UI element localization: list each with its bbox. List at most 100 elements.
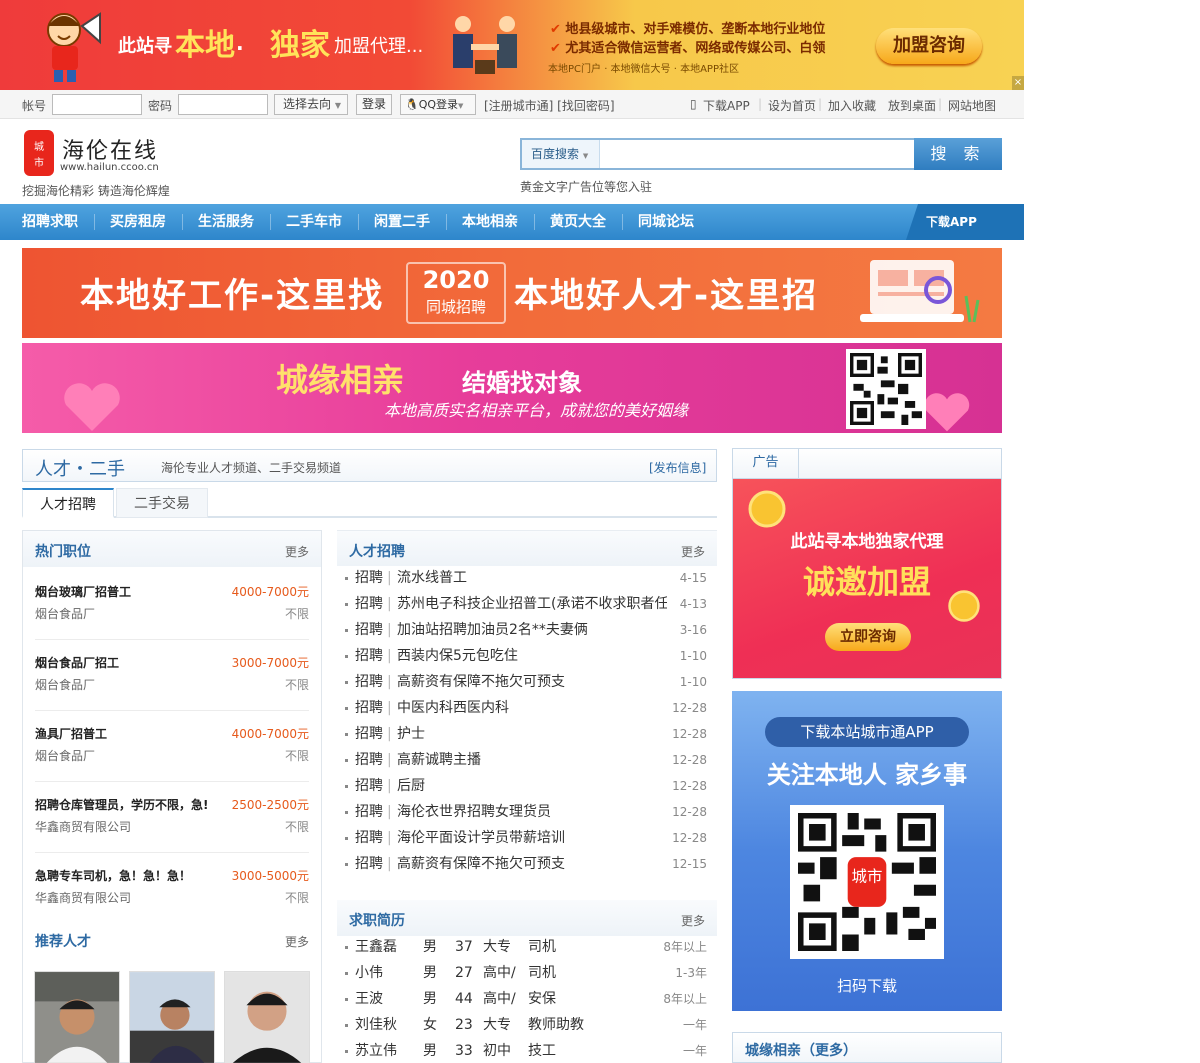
job-card[interactable]: 烟台玻璃厂招普工 4000-7000元 烟台食品厂 不限 — [35, 569, 309, 640]
list-item-title[interactable]: 西装内保5元包吃住 — [397, 643, 667, 669]
add-favorite-link[interactable]: 加入收藏 — [828, 97, 876, 114]
app-download-box[interactable]: 下载本站城市通APP 关注本地人 家乡事 城市 扫码下载 — [732, 691, 1002, 1011]
sitemap-link[interactable]: 网站地图 — [948, 97, 996, 114]
dating-subtitle: 结婚找对象 — [462, 369, 582, 397]
tab-ad[interactable]: 广告 — [733, 449, 799, 479]
job-name[interactable]: 渔具厂招普工 — [35, 725, 107, 742]
list-item[interactable]: 招聘 | 西装内保5元包吃住 1-10 — [345, 643, 709, 669]
account-input[interactable] — [52, 94, 142, 115]
nav-item-dating[interactable]: 本地相亲 — [462, 204, 518, 240]
more-link[interactable]: 更多 — [681, 543, 705, 560]
list-item[interactable]: 招聘 | 海伦平面设计学员带薪培训 12-28 — [345, 825, 709, 851]
nav-download-app[interactable]: 下载APP — [906, 204, 1024, 240]
nav-item-forum[interactable]: 同城论坛 — [638, 204, 694, 240]
qq-login-button[interactable]: 🐧QQ登录▼ — [400, 94, 476, 115]
chevron-down-icon: ▼ — [458, 102, 464, 110]
year-number: 2020 — [422, 266, 490, 294]
list-item[interactable]: 招聘 | 高薪资有保障不拖欠可预支 12-15 — [345, 851, 709, 877]
publish-link[interactable]: [发布信息] — [649, 459, 706, 476]
resume-name[interactable]: 王鑫磊 — [355, 934, 397, 960]
list-item-title[interactable]: 后厨 — [397, 773, 667, 799]
list-item-title[interactable]: 高薪资有保障不拖欠可预支 — [397, 851, 667, 877]
nav-item-cars[interactable]: 二手车市 — [286, 204, 342, 240]
list-item[interactable]: 招聘 | 海伦衣世界招聘女理货员 12-28 — [345, 799, 709, 825]
resume-job: 司机 — [528, 939, 556, 955]
close-icon[interactable]: × — [1012, 76, 1024, 90]
more-link[interactable]: 更多 — [285, 933, 309, 950]
nav-item-yellowpages[interactable]: 黄页大全 — [550, 204, 606, 240]
list-item[interactable]: 招聘 | 加油站招聘加油员2名**夫妻俩 3-16 — [345, 617, 709, 643]
recommend-title: 推荐人才 — [35, 934, 91, 950]
list-item[interactable]: 招聘 | 中医内科西医内科 12-28 — [345, 695, 709, 721]
password-input[interactable] — [178, 94, 268, 115]
resume-name[interactable]: 刘佳秋 — [355, 1012, 397, 1038]
more-link[interactable]: 更多 — [285, 543, 309, 560]
list-item-title[interactable]: 加油站招聘加油员2名**夫妻俩 — [397, 617, 667, 643]
resume-list-panel: 求职简历 更多 王鑫磊男 37 大专 司机 8年以上 小伟男 27 高中/司机 1-3年 王波… — [337, 900, 717, 1063]
download-app-link[interactable]: 下载APP — [703, 97, 750, 114]
list-item-title[interactable]: 高薪资有保障不拖欠可预支 — [397, 669, 667, 695]
search-engine-select[interactable]: 百度搜索 ▼ — [522, 140, 600, 168]
destination-select[interactable]: 选择去向 ▼ — [274, 94, 348, 115]
resume-row[interactable]: 王波 男 44 高中/安保 8年以上 — [345, 986, 709, 1012]
list-item-title[interactable]: 护士 — [397, 721, 667, 747]
list-item-title[interactable]: 流水线普工 — [397, 565, 667, 591]
list-item[interactable]: 招聘 | 高薪资有保障不拖欠可预支 1-10 — [345, 669, 709, 695]
resume-row[interactable]: 苏立伟 男 33 初中 技工 一年 — [345, 1038, 709, 1063]
more-link[interactable]: 更多 — [681, 912, 705, 929]
tab-talent-recruit[interactable]: 人才招聘 — [22, 488, 114, 518]
job-edu: 不限 — [284, 820, 309, 834]
list-item[interactable]: 招聘 | 护士 12-28 — [345, 721, 709, 747]
list-item[interactable]: 招聘 | 高薪诚聘主播 12-28 — [345, 747, 709, 773]
list-item[interactable]: 招聘 | 后厨 12-28 — [345, 773, 709, 799]
franchise-ad[interactable]: 此站寻本地独家代理 诚邀加盟 立即咨询 — [733, 479, 1001, 678]
talent-avatar[interactable] — [224, 971, 310, 1063]
resume-row[interactable]: 王鑫磊 男 37 大专 司机 8年以上 — [345, 934, 709, 960]
resume-row[interactable]: 刘佳秋 女 23 大专 教师助教 一年 — [345, 1012, 709, 1038]
job-name[interactable]: 烟台玻璃厂招普工 — [35, 583, 131, 600]
put-desktop-link[interactable]: 放到桌面 — [888, 97, 936, 114]
job-card[interactable]: 渔具厂招普工 4000-7000元 烟台食品厂 不限 — [35, 711, 309, 782]
search-input[interactable] — [602, 140, 912, 168]
job-name[interactable]: 急聘专车司机，急！急！急！ — [35, 867, 191, 884]
register-links[interactable]: [注册城市通] [找回密码] — [484, 97, 615, 114]
login-button[interactable]: 登录 — [356, 94, 392, 115]
list-item-title[interactable]: 高薪诚聘主播 — [397, 747, 667, 773]
search-button[interactable]: 搜 索 — [914, 138, 1002, 170]
talent-avatar[interactable] — [129, 971, 215, 1063]
nav-item-jobs[interactable]: 招聘求职 — [22, 204, 78, 240]
list-item-date: 12-28 — [672, 701, 707, 715]
list-item[interactable]: 招聘 | 流水线普工 4-15 — [345, 565, 709, 591]
resume-name[interactable]: 苏立伟 — [355, 1038, 397, 1063]
resume-name[interactable]: 小伟 — [355, 960, 383, 986]
nav-item-housing[interactable]: 买房租房 — [110, 204, 166, 240]
tab-secondhand-trade[interactable]: 二手交易 — [116, 488, 208, 518]
city-logo-icon[interactable]: 城 市 — [24, 130, 54, 176]
top-ad-banner[interactable]: 此站寻 本地 · 独家 加盟代理... ✔ 地县级城市、对手难模仿、垄断本地行业… — [0, 0, 1024, 90]
text-ad-link[interactable]: 黄金文字广告位等您入驻 — [520, 178, 652, 195]
list-item-title[interactable]: 中医内科西医内科 — [397, 695, 667, 721]
dating-box-title[interactable]: 城缘相亲（更多） — [745, 1040, 857, 1060]
recruit-banner[interactable]: 本地好工作-这里找 2020 同城招聘 本地好人才-这里招 — [22, 248, 1002, 338]
talent-avatar[interactable] — [34, 971, 120, 1063]
join-consult-button[interactable]: 加盟咨询 — [876, 28, 982, 64]
consult-now-button[interactable]: 立即咨询 — [825, 623, 911, 651]
phone-icon: ▯ — [690, 97, 697, 111]
job-name[interactable]: 烟台食品厂招工 — [35, 654, 119, 671]
panel-title: 求职简历 — [349, 913, 405, 929]
resume-name[interactable]: 王波 — [355, 986, 383, 1012]
nav-item-secondhand[interactable]: 闲置二手 — [374, 204, 430, 240]
set-homepage-link[interactable]: 设为首页 — [768, 97, 816, 114]
job-name[interactable]: 招聘仓库管理员，学历不限，急! — [35, 796, 208, 813]
list-item[interactable]: 招聘 | 苏州电子科技企业招普工(承诺不收求职者任 4-13 — [345, 591, 709, 617]
list-item-title[interactable]: 海伦平面设计学员带薪培训 — [397, 825, 667, 851]
list-item-title[interactable]: 苏州电子科技企业招普工(承诺不收求职者任 — [397, 591, 667, 617]
job-card[interactable]: 招聘仓库管理员，学历不限，急! 2500-2500元 华鑫商贸有限公司 不限 — [35, 782, 309, 853]
job-card[interactable]: 急聘专车司机，急！急！急！ 3000-5000元 华鑫商贸有限公司 不限 — [35, 853, 309, 924]
dating-banner[interactable]: 城缘相亲 结婚找对象 本地高质实名相亲平台，成就您的美好姻缘 — [22, 343, 1002, 433]
resume-row[interactable]: 小伟 男 27 高中/司机 1-3年 — [345, 960, 709, 986]
list-item-title[interactable]: 海伦衣世界招聘女理货员 — [397, 799, 667, 825]
job-card[interactable]: 烟台食品厂招工 3000-7000元 烟台食品厂 不限 — [35, 640, 309, 711]
resume-exp: 一年 — [682, 1018, 707, 1032]
nav-item-life[interactable]: 生活服务 — [198, 204, 254, 240]
